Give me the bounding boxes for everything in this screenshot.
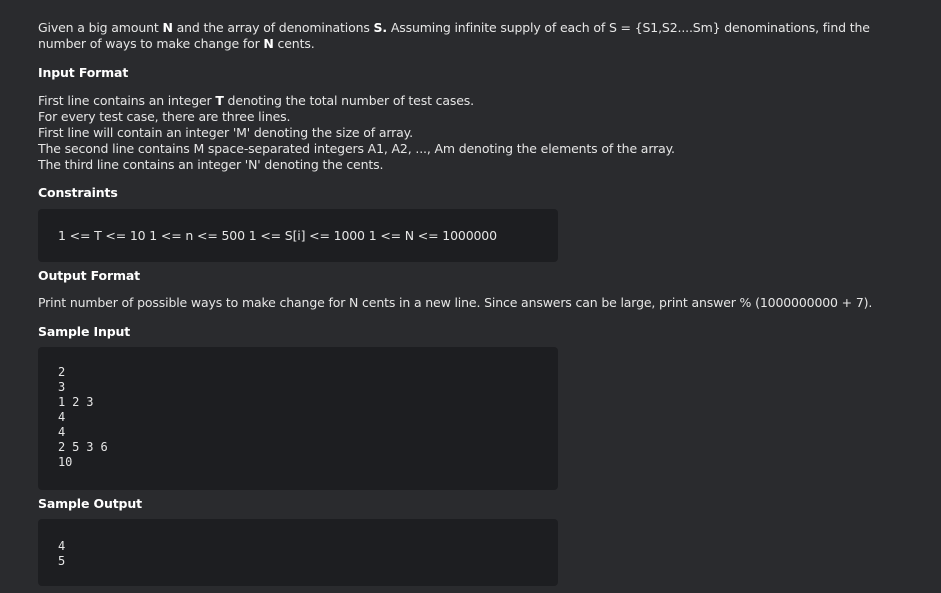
constraints-heading: Constraints <box>38 185 118 200</box>
intro-bold-n: N <box>162 20 173 35</box>
intro-text: cents. <box>273 36 315 51</box>
code-line: 4 <box>58 410 66 424</box>
code-line: 2 5 3 6 <box>58 440 108 454</box>
sample-input-box: 2 3 1 2 3 4 4 2 5 3 6 10 <box>38 347 558 490</box>
sample-output-code: 4 5 <box>58 539 538 569</box>
intro-text: and the array of denominations <box>172 20 374 35</box>
code-line: 2 <box>58 365 66 379</box>
code-line: 4 <box>58 425 66 439</box>
code-line: 3 <box>58 380 66 394</box>
problem-intro: Given a big amount N and the array of de… <box>38 20 908 52</box>
code-line: 5 <box>58 554 66 568</box>
constraints-box: 1 <= T <= 10 1 <= n <= 500 1 <= S[i] <= … <box>38 209 558 262</box>
sample-input-heading: Sample Input <box>38 324 131 339</box>
code-line: 4 <box>58 539 66 553</box>
input-format-line: For every test case, there are three lin… <box>38 109 291 124</box>
input-format-body: First line contains an integer T denotin… <box>38 93 903 173</box>
sample-output-box: 4 5 <box>38 519 558 586</box>
input-format-heading: Input Format <box>38 65 129 80</box>
input-format-text: First line contains an integer <box>38 93 216 108</box>
input-format-line: First line will contain an integer 'M' d… <box>38 125 413 140</box>
output-format-heading: Output Format <box>38 268 140 283</box>
intro-bold-s: S. <box>373 20 388 35</box>
code-line: 10 <box>58 455 73 469</box>
input-format-text: denoting the total number of test cases. <box>223 93 475 108</box>
sample-output-heading: Sample Output <box>38 496 142 511</box>
code-line: 1 2 3 <box>58 395 94 409</box>
input-format-line: The second line contains M space-separat… <box>38 141 675 156</box>
constraints-text: 1 <= T <= 10 1 <= n <= 500 1 <= S[i] <= … <box>58 228 497 243</box>
sample-input-code: 2 3 1 2 3 4 4 2 5 3 6 10 <box>58 365 538 470</box>
input-format-line: The third line contains an integer 'N' d… <box>38 157 384 172</box>
output-format-text: Print number of possible ways to make ch… <box>38 295 873 310</box>
intro-bold-n: N <box>263 36 274 51</box>
input-format-line: First line contains an integer T denotin… <box>38 93 903 109</box>
input-format-bold-t: T <box>215 93 224 108</box>
problem-statement: Given a big amount N and the array of de… <box>0 0 941 593</box>
intro-text: Given a big amount <box>38 20 163 35</box>
